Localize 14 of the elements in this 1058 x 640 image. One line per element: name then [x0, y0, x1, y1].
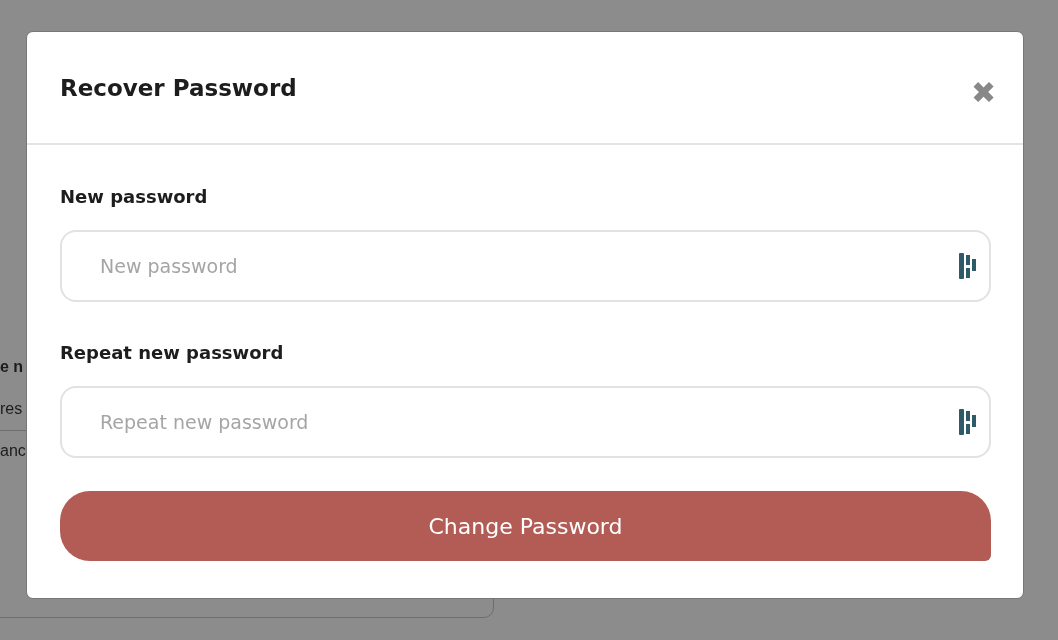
close-button[interactable]: ✖: [971, 77, 996, 108]
paragraph-text: anc: [0, 441, 26, 461]
heading-text: e n: [0, 357, 24, 377]
password-field[interactable]: New password: [60, 230, 991, 302]
password-manager-icon[interactable]: [957, 251, 979, 281]
field-label: Repeat new password: [60, 341, 285, 365]
field-label: New password: [60, 185, 209, 209]
password-input[interactable]: New password: [98, 254, 957, 278]
password-input[interactable]: Repeat new password: [98, 410, 957, 434]
dialog-title: Recover Password: [60, 74, 297, 101]
paragraph-text: res: [0, 399, 23, 419]
password-field[interactable]: Repeat new password: [60, 386, 991, 458]
change-password-button[interactable]: Change Password: [60, 491, 991, 561]
password-manager-icon[interactable]: [957, 407, 979, 437]
